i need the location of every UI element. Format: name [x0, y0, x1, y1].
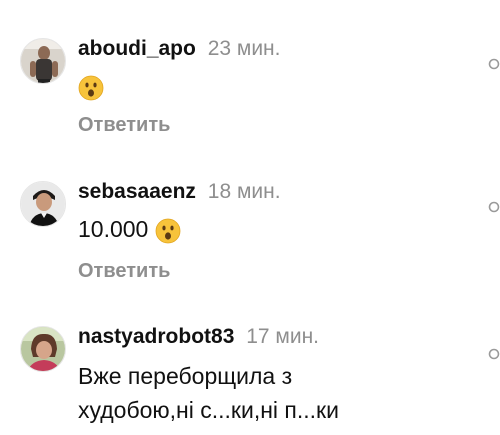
comment-text: 10.000	[78, 213, 181, 245]
timestamp: 17 мин.	[246, 325, 320, 348]
comment-text: худобою,ні с...ки,ні п...ки	[78, 397, 339, 423]
comment-meta: sebasaaenz 18 мин.	[78, 180, 281, 204]
hushed-face-emoji	[78, 75, 104, 101]
comment-meta: aboudi_apo 23 мин.	[78, 37, 280, 61]
reply-button[interactable]: Ответить	[78, 113, 170, 137]
username-link[interactable]: sebasaaenz	[78, 180, 196, 203]
timestamp: 23 мин.	[207, 37, 281, 60]
comment-text-value: 10.000	[78, 216, 149, 242]
avatar[interactable]	[20, 38, 66, 84]
comment-text	[78, 70, 104, 102]
avatar[interactable]	[20, 181, 66, 227]
comment-meta: nastyadrobot83 17 мин.	[78, 325, 319, 349]
username-link[interactable]: nastyadrobot83	[78, 325, 234, 348]
avatar[interactable]	[20, 326, 66, 372]
heart-outline-icon[interactable]	[488, 200, 500, 214]
username-link[interactable]: aboudi_apo	[78, 37, 196, 60]
heart-outline-icon[interactable]	[488, 57, 500, 71]
comment-text: Вже переборщила з	[78, 363, 293, 389]
heart-outline-icon[interactable]	[488, 347, 500, 361]
timestamp: 18 мин.	[207, 180, 281, 203]
hushed-face-emoji	[155, 218, 181, 244]
reply-button[interactable]: Ответить	[78, 259, 170, 283]
